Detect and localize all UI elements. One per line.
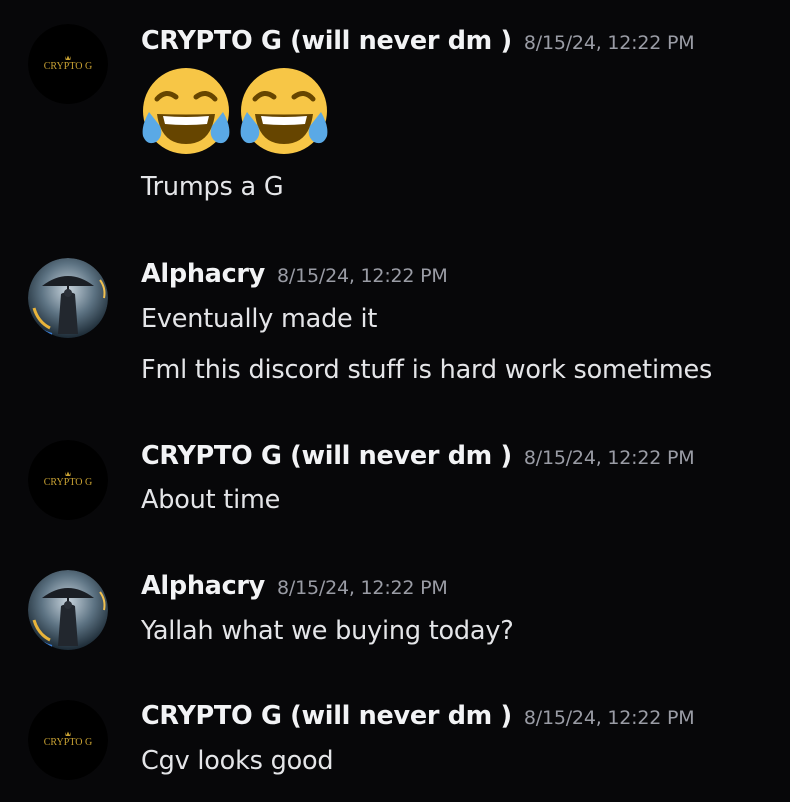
- username[interactable]: CRYPTO G (will never dm ): [141, 441, 512, 471]
- avatar[interactable]: [28, 570, 108, 650]
- avatar[interactable]: CRYPTO G: [28, 440, 108, 520]
- timestamp[interactable]: 8/15/24, 12:22 PM: [277, 265, 448, 287]
- joy-emoji-icon[interactable]: [138, 64, 234, 160]
- avatar-logo-text: CRYPTO G: [44, 737, 92, 748]
- username[interactable]: CRYPTO G (will never dm ): [141, 26, 512, 56]
- avatar-logo-text: CRYPTO G: [44, 477, 92, 488]
- message-text: Cgv looks good: [141, 746, 334, 776]
- message-header: Alphacry 8/15/24, 12:22 PM: [141, 259, 448, 289]
- umbrella-figure-icon: [28, 570, 108, 650]
- avatar[interactable]: CRYPTO G: [28, 24, 108, 104]
- umbrella-figure-icon: [28, 258, 108, 338]
- avatar-logo-text: CRYPTO G: [44, 61, 92, 72]
- message-text: Yallah what we buying today?: [141, 616, 514, 646]
- username[interactable]: Alphacry: [141, 571, 265, 601]
- message-text: Fml this discord stuff is hard work some…: [141, 355, 713, 385]
- timestamp[interactable]: 8/15/24, 12:22 PM: [524, 707, 695, 729]
- timestamp[interactable]: 8/15/24, 12:22 PM: [524, 32, 695, 54]
- message-header: CRYPTO G (will never dm ) 8/15/24, 12:22 …: [141, 26, 695, 56]
- username[interactable]: CRYPTO G (will never dm ): [141, 701, 512, 731]
- avatar[interactable]: CRYPTO G: [28, 700, 108, 780]
- message-header: CRYPTO G (will never dm ) 8/15/24, 12:22 …: [141, 441, 695, 471]
- message-header: Alphacry 8/15/24, 12:22 PM: [141, 571, 448, 601]
- message-text: Eventually made it: [141, 304, 378, 334]
- timestamp[interactable]: 8/15/24, 12:22 PM: [277, 577, 448, 599]
- message-text: About time: [141, 485, 281, 515]
- timestamp[interactable]: 8/15/24, 12:22 PM: [524, 447, 695, 469]
- message-text: Trumps a G: [141, 172, 284, 202]
- username[interactable]: Alphacry: [141, 259, 265, 289]
- emoji-row: [138, 64, 332, 160]
- crypto-g-logo-icon: CRYPTO G: [28, 440, 108, 520]
- avatar[interactable]: [28, 258, 108, 338]
- crypto-g-logo-icon: CRYPTO G: [28, 700, 108, 780]
- message-header: CRYPTO G (will never dm ) 8/15/24, 12:22 …: [141, 701, 695, 731]
- joy-emoji-icon[interactable]: [236, 64, 332, 160]
- crypto-g-logo-icon: CRYPTO G: [28, 24, 108, 104]
